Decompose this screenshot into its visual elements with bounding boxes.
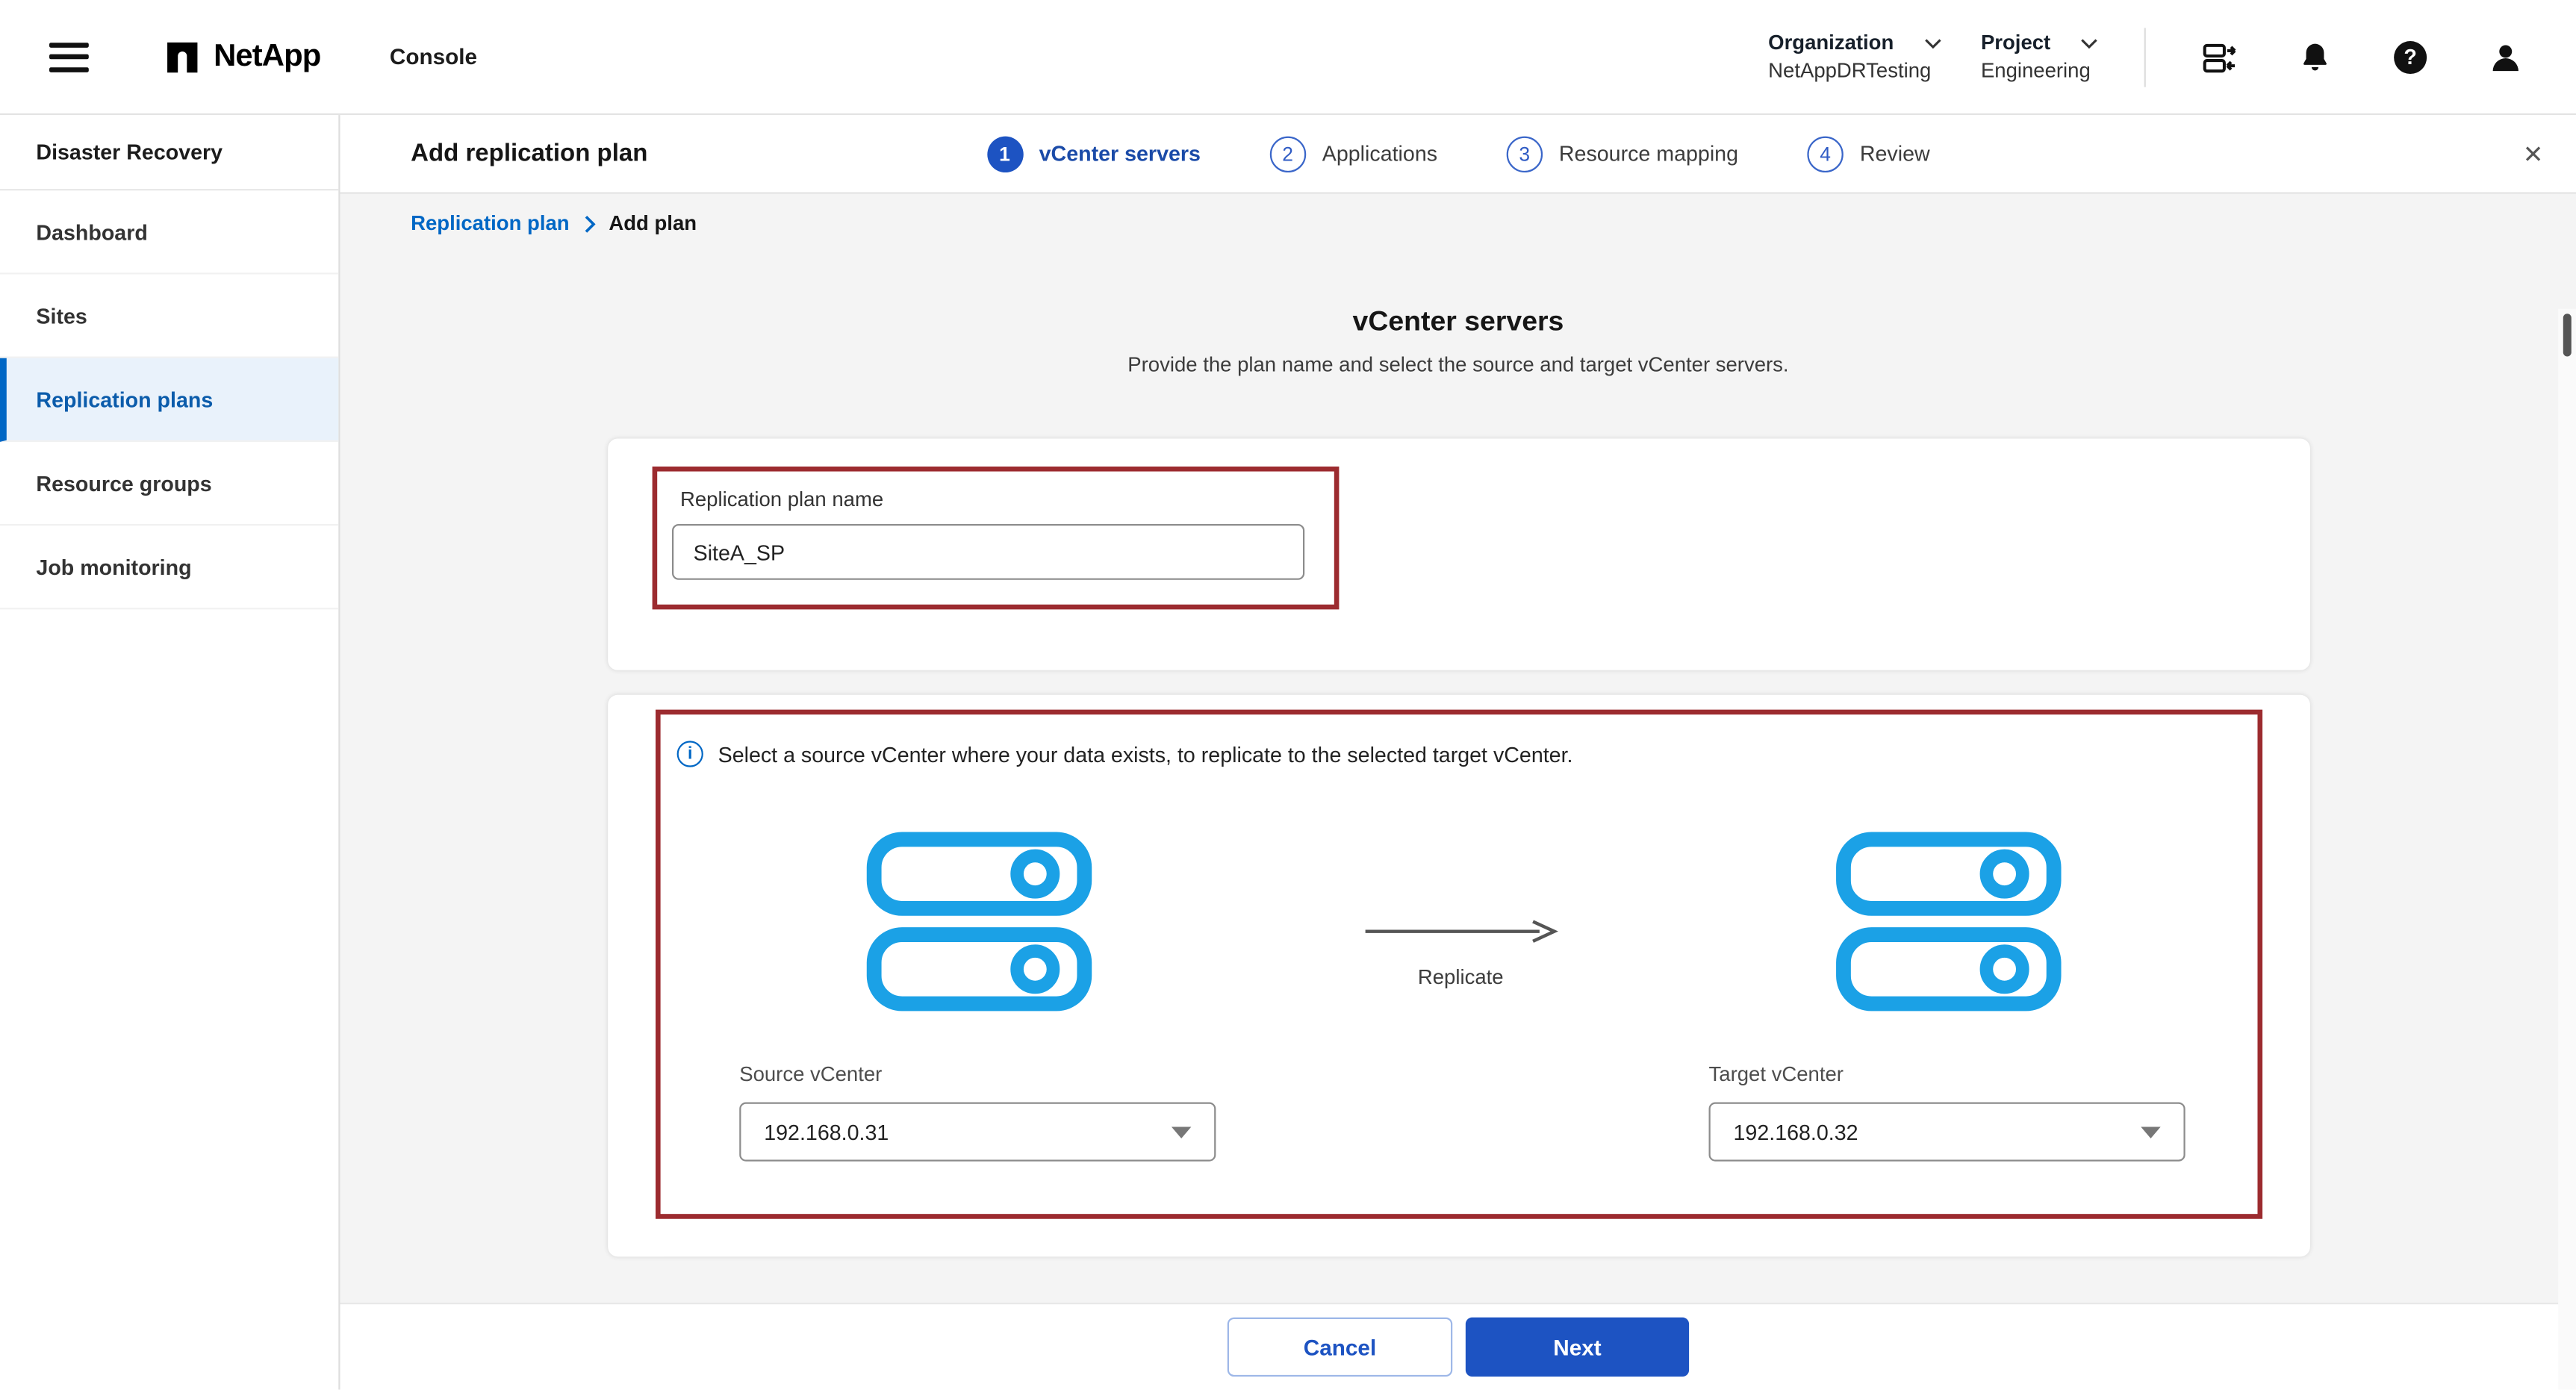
page-subtitle: Provide the plan name and select the sou… [340,353,2576,376]
chevron-down-icon [1923,37,1941,49]
breadcrumb: Replication plan Add plan [411,212,697,235]
brand-text: NetApp [214,39,320,75]
breadcrumb-current: Add plan [609,212,697,235]
wizard-steps: 1 vCenter servers 2 Applications 3 Resou… [986,115,1929,192]
chevron-right-icon [582,214,596,232]
info-text: Select a source vCenter where your data … [718,742,1573,767]
sidebar-item-label: Resource groups [36,470,211,495]
sidebar-item-label: Dashboard [36,219,147,244]
netapp-logo-mark [164,39,200,75]
sidebar-item-resource-groups[interactable]: Resource groups [0,442,338,526]
wizard-content: Replication plan Add plan vCenter server… [340,194,2576,1303]
top-bar: NetApp Console Organization NetAppDRTest… [0,0,2576,115]
target-vcenter-value: 192.168.0.32 [1734,1120,1858,1144]
info-row: i Select a source vCenter where your dat… [677,741,1573,767]
netapp-logo: NetApp [164,39,320,75]
console-label: Console [390,44,477,69]
sidebar-item-label: Job monitoring [36,555,191,579]
step-applications[interactable]: 2 Applications [1269,136,1437,172]
dropdown-caret-icon [2141,1126,2160,1137]
project-value: Engineering [1981,59,2098,82]
annotation-box-plan-name: Replication plan name [653,467,1340,609]
target-vcenter-label: Target vCenter [1709,1063,1844,1086]
vcenter-card: i Select a source vCenter where your dat… [608,695,2310,1257]
step-number: 3 [1506,136,1542,172]
switch-workspace-icon[interactable] [2191,29,2247,85]
plan-name-label: Replication plan name [680,488,883,511]
account-icon[interactable] [2477,29,2533,85]
source-vcenter-value: 192.168.0.31 [764,1120,889,1144]
replicate-label: Replicate [1362,966,1559,989]
target-vcenter-select[interactable]: 192.168.0.32 [1709,1103,2185,1162]
replicate-arrow: Replicate [1362,918,1559,989]
notifications-bell-icon[interactable] [2287,29,2343,85]
page-heading: vCenter servers Provide the plan name an… [340,305,2576,376]
breadcrumb-link-replication-plan[interactable]: Replication plan [411,212,569,235]
cancel-button[interactable]: Cancel [1228,1318,1452,1377]
sidebar-item-label: Sites [36,303,87,328]
source-server-icon [864,829,1094,1013]
dropdown-caret-icon [1172,1126,1191,1137]
wizard-title: Add replication plan [411,140,647,167]
sidebar-item-replication-plans[interactable]: Replication plans [0,358,338,442]
help-icon[interactable]: ? [2383,29,2439,85]
source-vcenter-label: Source vCenter [739,1063,882,1086]
scrollbar[interactable] [2558,309,2576,1390]
sidebar-item-job-monitoring[interactable]: Job monitoring [0,526,338,609]
sidebar-item-label: Replication plans [36,387,213,411]
sidebar-item-sites[interactable]: Sites [0,274,338,358]
step-resource-mapping[interactable]: 3 Resource mapping [1506,136,1738,172]
annotation-box-vcenter: i Select a source vCenter where your dat… [656,710,2262,1219]
wizard-header: Add replication plan 1 vCenter servers 2… [340,115,2576,194]
sidebar: Disaster Recovery Dashboard Sites Replic… [0,115,340,1390]
step-number: 2 [1269,136,1305,172]
app-root: NetApp Console Organization NetAppDRTest… [0,0,2576,1390]
step-review[interactable]: 4 Review [1807,136,1929,172]
organization-picker[interactable]: Organization NetAppDRTesting [1768,31,1941,82]
sidebar-title: Disaster Recovery [0,115,338,190]
top-bar-right: Organization NetAppDRTesting Project Eng… [1768,27,2533,86]
step-label: Applications [1322,141,1437,166]
main-panel: Add replication plan 1 vCenter servers 2… [340,115,2576,1390]
wizard-footer: Cancel Next [340,1303,2576,1390]
step-vcenter-servers[interactable]: 1 vCenter servers [986,136,1201,172]
project-picker[interactable]: Project Engineering [1981,31,2098,82]
hamburger-menu-icon[interactable] [49,42,89,72]
close-icon[interactable]: ✕ [2523,139,2544,169]
arrow-right-icon [1362,918,1559,944]
scrollbar-thumb[interactable] [2563,314,2572,356]
step-label: vCenter servers [1039,141,1201,166]
top-bar-left: NetApp Console [36,39,477,75]
plan-name-input[interactable] [672,524,1304,580]
step-label: Resource mapping [1559,141,1738,166]
organization-value: NetAppDRTesting [1768,59,1941,82]
next-button[interactable]: Next [1466,1318,1689,1377]
project-label: Project [1981,31,2050,54]
step-number: 4 [1807,136,1843,172]
chevron-down-icon [2080,37,2098,49]
source-vcenter-select[interactable]: 192.168.0.31 [739,1103,1216,1162]
top-bar-divider [2144,27,2146,86]
sidebar-nav: Dashboard Sites Replication plans Resour… [0,190,338,609]
target-server-icon [1834,829,2064,1013]
page-title: vCenter servers [340,305,2576,338]
info-icon: i [677,741,703,767]
step-label: Review [1860,141,1930,166]
step-number: 1 [986,136,1022,172]
sidebar-item-dashboard[interactable]: Dashboard [0,190,338,274]
plan-name-card: Replication plan name [608,439,2310,670]
organization-label: Organization [1768,31,1894,54]
